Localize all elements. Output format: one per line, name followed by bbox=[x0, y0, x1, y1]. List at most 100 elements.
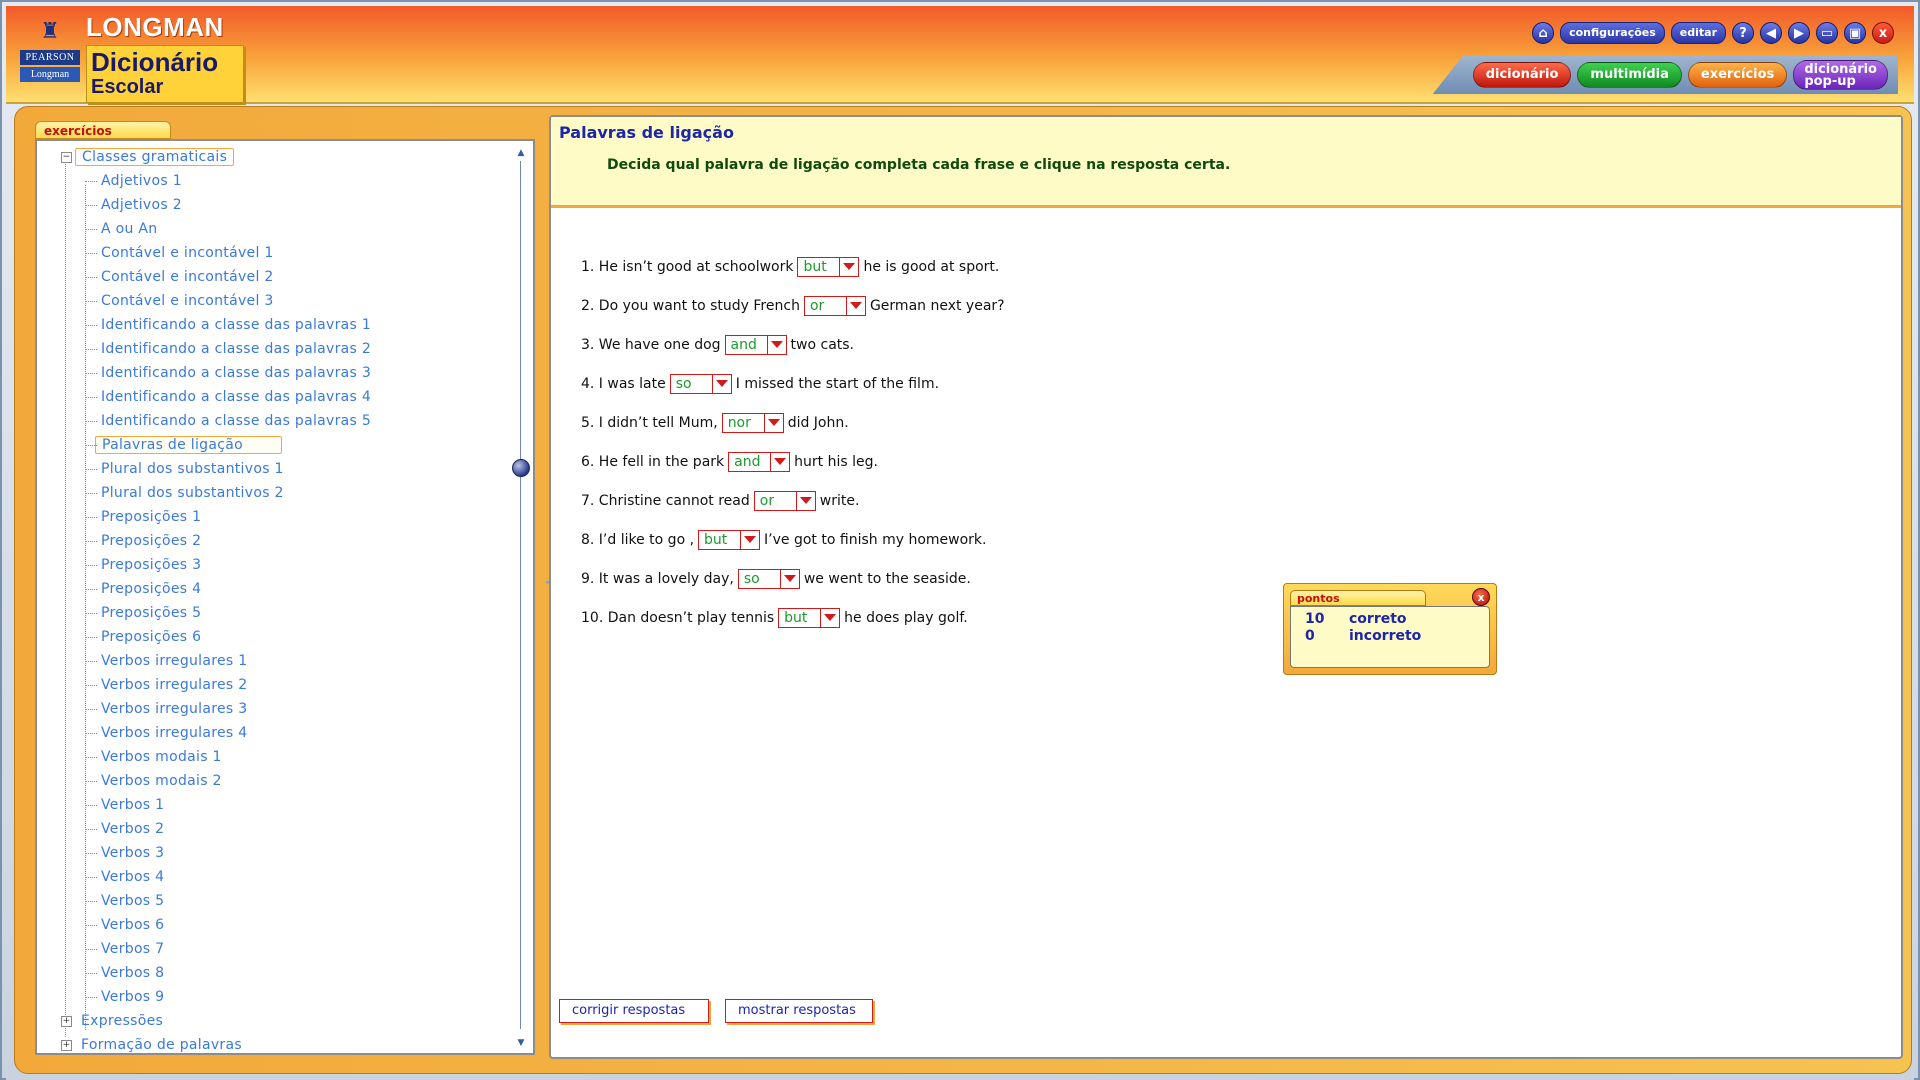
expand-icon[interactable]: + bbox=[61, 1016, 72, 1027]
chevron-down-icon[interactable] bbox=[779, 569, 799, 588]
chevron-down-icon[interactable] bbox=[711, 374, 731, 393]
answer-dropdown[interactable]: or bbox=[803, 295, 866, 316]
close-icon[interactable]: x bbox=[1872, 22, 1894, 44]
edit-button[interactable]: editar bbox=[1670, 22, 1726, 44]
tree-item[interactable]: Preposições 3 bbox=[43, 553, 513, 577]
help-icon[interactable]: ? bbox=[1732, 22, 1754, 44]
tree-item[interactable]: Verbos 8 bbox=[43, 961, 513, 985]
tree-category[interactable]: + Expressões bbox=[43, 1009, 513, 1033]
tree-item[interactable]: A ou An bbox=[43, 217, 513, 241]
scroll-down-icon[interactable]: ▼ bbox=[515, 1037, 527, 1049]
scroll-up-icon[interactable]: ▲ bbox=[515, 147, 527, 159]
back-icon[interactable]: ◀ bbox=[1760, 22, 1782, 44]
maximize-icon[interactable]: ▣ bbox=[1844, 22, 1866, 44]
chevron-down-icon[interactable] bbox=[740, 530, 759, 549]
exercise-navigator: exercícios − Classes gramaticais Adjetivos… bbox=[29, 115, 542, 1059]
answer-dropdown[interactable]: so bbox=[737, 568, 800, 589]
tab-dicionario[interactable]: dicionário bbox=[1472, 62, 1572, 88]
tab-multimidia[interactable]: multimídia bbox=[1577, 62, 1682, 88]
tree-item[interactable]: Plural dos substantivos 1 bbox=[43, 457, 513, 481]
product-name-line1: Dicionário bbox=[91, 47, 219, 77]
product-name-line2: Escolar bbox=[91, 76, 164, 98]
tree-item[interactable]: Preposições 5 bbox=[43, 601, 513, 625]
score-tab: pontos bbox=[1290, 590, 1426, 606]
scroll-track[interactable] bbox=[520, 161, 521, 1029]
tree-item[interactable]: Preposições 1 bbox=[43, 505, 513, 529]
close-icon[interactable]: x bbox=[1472, 588, 1490, 606]
answer-dropdown[interactable]: and bbox=[724, 334, 787, 355]
answer-dropdown[interactable]: but bbox=[698, 529, 761, 550]
tree-item[interactable]: Verbos 7 bbox=[43, 937, 513, 961]
tree-item[interactable]: Verbos irregulares 1 bbox=[43, 649, 513, 673]
chevron-down-icon[interactable] bbox=[763, 413, 783, 432]
tree-item[interactable]: Identificando a classe das palavras 2 bbox=[43, 337, 513, 361]
tree-item[interactable]: Contável e incontável 1 bbox=[43, 241, 513, 265]
chevron-down-icon[interactable] bbox=[820, 608, 839, 627]
answer-dropdown[interactable]: but bbox=[778, 607, 841, 628]
pearson-logo: ♜ PEARSON Longman bbox=[20, 14, 80, 92]
tree-item[interactable]: Preposições 4 bbox=[43, 577, 513, 601]
answer-dropdown[interactable]: nor bbox=[721, 412, 784, 433]
answer-dropdown[interactable]: and bbox=[728, 451, 791, 472]
answer-value: but bbox=[803, 258, 827, 275]
answer-value: and bbox=[734, 453, 761, 470]
tree-item[interactable]: Verbos irregulares 3 bbox=[43, 697, 513, 721]
tree-item-label: Verbos 2 bbox=[101, 821, 165, 837]
tree-item[interactable]: Verbos 3 bbox=[43, 841, 513, 865]
tree-item[interactable]: Verbos 1 bbox=[43, 793, 513, 817]
tree-item[interactable]: Verbos irregulares 2 bbox=[43, 673, 513, 697]
answer-value: so bbox=[675, 375, 692, 392]
tab-exercicios[interactable]: exercícios bbox=[1687, 62, 1788, 88]
tree-category[interactable]: − Classes gramaticais bbox=[43, 145, 513, 169]
tree-item[interactable]: Verbos 2 bbox=[43, 817, 513, 841]
tree-item[interactable]: Contável e incontável 2 bbox=[43, 265, 513, 289]
tree-item[interactable]: Adjetivos 2 bbox=[43, 193, 513, 217]
content-frame: exercícios − Classes gramaticais Adjetivos… bbox=[14, 106, 1912, 1074]
expand-icon[interactable]: + bbox=[61, 1040, 72, 1051]
tree-item[interactable]: Verbos irregulares 4 bbox=[43, 721, 513, 745]
restore-window-icon[interactable]: ▭ bbox=[1816, 22, 1838, 44]
navigator-tab[interactable]: exercícios bbox=[35, 121, 171, 139]
tree-item[interactable]: Preposições 2 bbox=[43, 529, 513, 553]
chevron-down-icon[interactable] bbox=[766, 335, 786, 354]
answer-dropdown[interactable]: so bbox=[669, 373, 732, 394]
question-text-before: 6. He fell in the park bbox=[581, 453, 725, 470]
tree-item[interactable]: Identificando a classe das palavras 3 bbox=[43, 361, 513, 385]
check-answers-button[interactable]: corrigir respostas bbox=[559, 999, 709, 1023]
tree-item[interactable]: Preposições 6 bbox=[43, 625, 513, 649]
collapse-icon[interactable]: − bbox=[61, 152, 72, 163]
chevron-down-icon[interactable] bbox=[770, 452, 789, 471]
answer-dropdown[interactable]: but bbox=[797, 256, 860, 277]
forward-icon[interactable]: ▶ bbox=[1788, 22, 1810, 44]
tree-item-label: Adjetivos 2 bbox=[101, 197, 182, 213]
tree-category[interactable]: + Formação de palavras bbox=[43, 1033, 513, 1053]
question-row: 2. Do you want to study French or German n… bbox=[581, 286, 1005, 325]
tree-item[interactable]: Identificando a classe das palavras 5 bbox=[43, 409, 513, 433]
tree-item[interactable]: Verbos 6 bbox=[43, 913, 513, 937]
tree-item[interactable]: Verbos modais 1 bbox=[43, 745, 513, 769]
show-answers-button[interactable]: mostrar respostas bbox=[725, 999, 873, 1023]
tree-item[interactable]: Verbos 9 bbox=[43, 985, 513, 1009]
tree-scrollbar[interactable]: ▲ ▼ bbox=[512, 147, 530, 1049]
scroll-thumb[interactable] bbox=[512, 459, 530, 477]
settings-button[interactable]: configurações bbox=[1560, 22, 1665, 44]
tree-item[interactable]: Contável e incontável 3 bbox=[43, 289, 513, 313]
score-correct-label: correto bbox=[1349, 611, 1407, 627]
home-icon[interactable]: ⌂ bbox=[1532, 22, 1555, 44]
tree-item[interactable]: Verbos modais 2 bbox=[43, 769, 513, 793]
chevron-down-icon[interactable] bbox=[839, 257, 858, 276]
chevron-down-icon[interactable] bbox=[845, 296, 865, 315]
question-row: 10. Dan doesn’t play tennis but he does pl… bbox=[581, 598, 1005, 637]
tree-item-label: Verbos irregulares 3 bbox=[101, 701, 248, 717]
tree-item[interactable]: Identificando a classe das palavras 1 bbox=[43, 313, 513, 337]
answer-dropdown[interactable]: or bbox=[753, 490, 816, 511]
tree-item[interactable]: Identificando a classe das palavras 4 bbox=[43, 385, 513, 409]
tree-item[interactable]: Verbos 4 bbox=[43, 865, 513, 889]
tree-item[interactable]: Palavras de ligação bbox=[43, 433, 513, 457]
tab-dicionario-popup[interactable]: dicionário pop-up bbox=[1793, 60, 1888, 90]
chevron-down-icon[interactable] bbox=[795, 491, 815, 510]
exercise-title: Palavras de ligação bbox=[559, 123, 734, 142]
tree-item[interactable]: Plural dos substantivos 2 bbox=[43, 481, 513, 505]
tree-item[interactable]: Adjetivos 1 bbox=[43, 169, 513, 193]
tree-item[interactable]: Verbos 5 bbox=[43, 889, 513, 913]
